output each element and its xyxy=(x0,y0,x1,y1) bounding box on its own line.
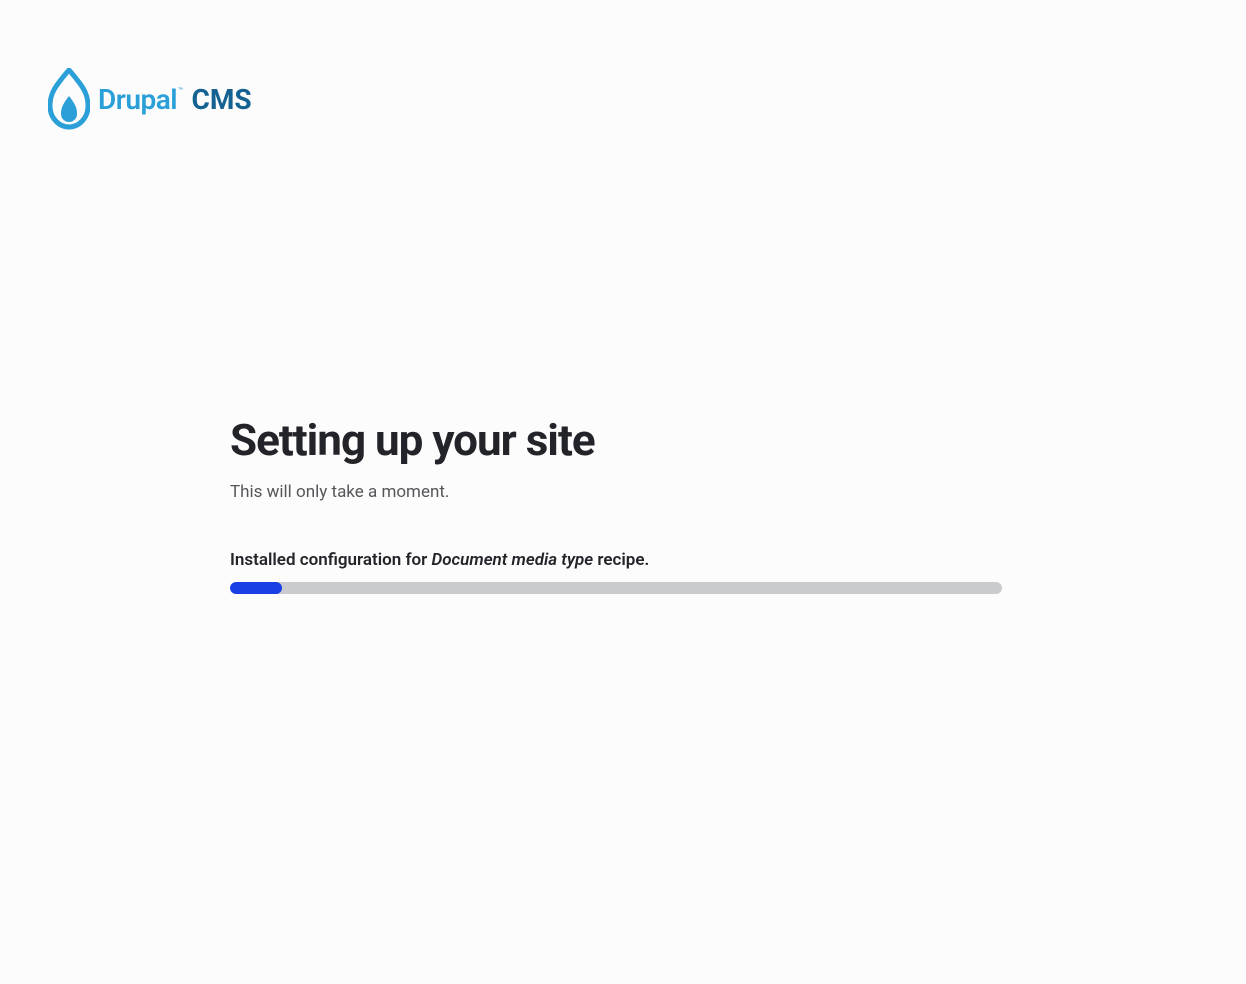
status-recipe-name: Document media type xyxy=(431,550,593,570)
main-content: Setting up your site This will only take… xyxy=(230,414,1002,594)
install-status-message: Installed configuration for Document med… xyxy=(230,550,1002,570)
logo: Drupal™ CMS xyxy=(48,68,252,130)
status-suffix: recipe. xyxy=(593,550,649,570)
page-subtitle: This will only take a moment. xyxy=(230,482,1002,502)
logo-brand-word: Drupal xyxy=(98,83,177,116)
logo-brand-text: Drupal™ xyxy=(98,83,182,116)
progress-bar xyxy=(230,582,1002,594)
page-title: Setting up your site xyxy=(230,414,1002,466)
logo-text: Drupal™ CMS xyxy=(98,83,252,116)
trademark-symbol: ™ xyxy=(178,86,183,95)
progress-bar-fill xyxy=(230,582,282,594)
status-prefix: Installed configuration for xyxy=(230,550,431,570)
logo-suffix-text: CMS xyxy=(192,83,252,116)
drupal-drop-icon xyxy=(48,68,90,130)
